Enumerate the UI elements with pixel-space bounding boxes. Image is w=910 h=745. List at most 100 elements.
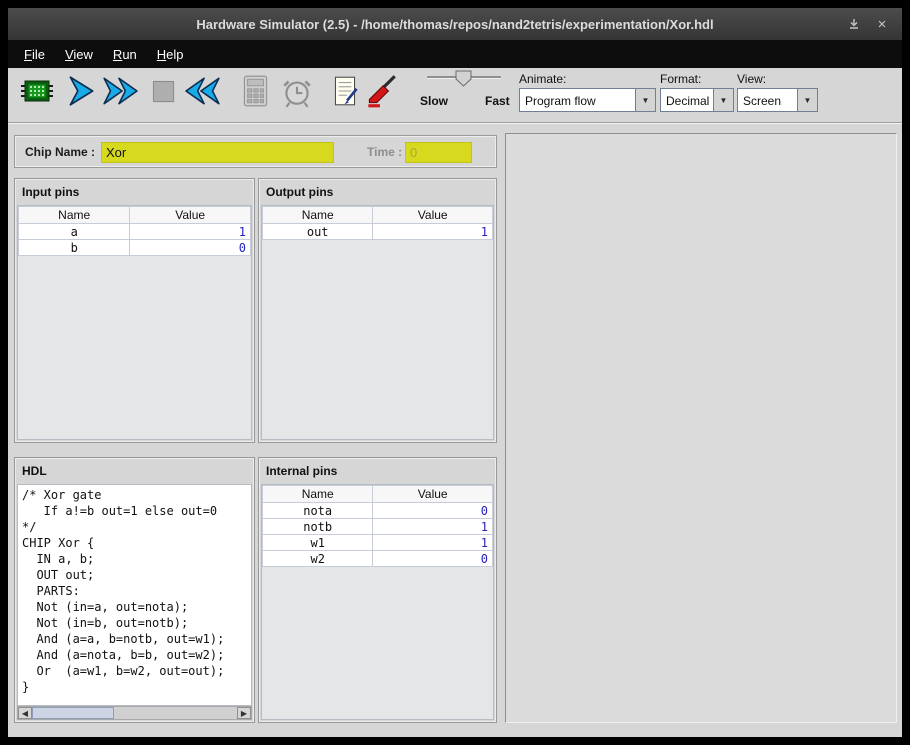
close-icon: × xyxy=(878,16,887,33)
format-dropdown-button[interactable]: ▼ xyxy=(713,89,733,111)
column-header-value: Value xyxy=(373,486,493,503)
pin-value-cell: 1 xyxy=(373,519,493,535)
app-window: Hardware Simulator (2.5) - /home/thomas/… xyxy=(8,8,902,737)
input-pins-panel: Input pins Name Value a 1 b 0 xyxy=(14,178,255,443)
pin-name-cell: notb xyxy=(263,519,373,535)
pin-value-cell: 0 xyxy=(373,551,493,567)
internal-pins-table: Name Value nota 0 notb 1 w1 1 w2 0 xyxy=(262,485,493,567)
menu-file[interactable]: File xyxy=(14,42,55,67)
table-row: out 1 xyxy=(263,224,493,240)
arrow-right-icon: ▶ xyxy=(241,709,247,718)
animate-select[interactable]: Program flow ▼ xyxy=(519,88,656,112)
internal-pins-panel: Internal pins Name Value nota 0 notb 1 w… xyxy=(258,457,497,723)
format-label: Format: xyxy=(660,72,701,86)
view-label: View: xyxy=(737,72,766,86)
table-row: w1 1 xyxy=(263,535,493,551)
scroll-left-button[interactable]: ◀ xyxy=(18,707,32,719)
hdl-code-area: /* Xor gate If a!=b out=1 else out=0 */ … xyxy=(17,484,252,706)
titlebar: Hardware Simulator (2.5) - /home/thomas/… xyxy=(8,8,902,40)
screen-view-panel xyxy=(505,133,897,723)
stop-button xyxy=(144,72,182,110)
pin-name-cell: w1 xyxy=(263,535,373,551)
chip-icon xyxy=(19,73,55,109)
menu-run[interactable]: Run xyxy=(103,42,147,67)
single-step-button[interactable] xyxy=(62,72,100,110)
stop-icon xyxy=(145,73,181,109)
input-pins-table: Name Value a 1 b 0 xyxy=(18,206,251,256)
slider-thumb-icon xyxy=(455,70,472,87)
pin-name-cell: b xyxy=(19,240,130,256)
menu-help[interactable]: Help xyxy=(147,42,194,67)
animate-dropdown-button[interactable]: ▼ xyxy=(635,89,655,111)
pin-value-cell: 1 xyxy=(373,224,493,240)
menu-view[interactable]: View xyxy=(55,42,103,67)
single-step-icon xyxy=(63,73,99,109)
output-pins-panel: Output pins Name Value out 1 xyxy=(258,178,497,443)
paint-eraser-icon xyxy=(362,73,400,109)
clear-button[interactable] xyxy=(362,72,400,110)
table-row: notb 1 xyxy=(263,519,493,535)
load-chip-button[interactable] xyxy=(18,72,56,110)
minimize-icon xyxy=(848,18,860,30)
calculator-button xyxy=(236,72,274,110)
slider-fast-label: Fast xyxy=(485,94,510,108)
table-row: w2 0 xyxy=(263,551,493,567)
script-button[interactable] xyxy=(326,72,364,110)
chip-name-bar: Chip Name : Time : xyxy=(14,135,497,168)
speed-slider-thumb[interactable] xyxy=(455,70,472,92)
column-header-value: Value xyxy=(130,207,251,224)
table-row: b 0 xyxy=(19,240,251,256)
output-pins-table-wrap: Name Value out 1 xyxy=(261,205,494,440)
pin-value-cell[interactable]: 1 xyxy=(130,224,251,240)
script-icon xyxy=(327,73,363,109)
input-pins-table-wrap: Name Value a 1 b 0 xyxy=(17,205,252,440)
chip-name-label: Chip Name : xyxy=(25,145,95,159)
column-header-value: Value xyxy=(373,207,493,224)
chip-name-input[interactable] xyxy=(101,142,334,163)
hdl-horizontal-scrollbar[interactable]: ◀ ▶ xyxy=(17,706,252,720)
time-field xyxy=(405,142,472,163)
toolbar-separator xyxy=(8,122,902,124)
arrow-left-icon: ◀ xyxy=(22,709,28,718)
calculator-icon xyxy=(237,73,273,109)
hdl-title: HDL xyxy=(15,458,254,484)
input-pins-title: Input pins xyxy=(15,179,254,205)
scroll-right-button[interactable]: ▶ xyxy=(237,707,251,719)
internal-pins-title: Internal pins xyxy=(259,458,496,484)
minimize-button[interactable] xyxy=(844,15,864,33)
pin-value-cell: 0 xyxy=(373,503,493,519)
pin-name-cell: out xyxy=(263,224,373,240)
run-button[interactable] xyxy=(101,72,139,110)
scrollbar-thumb[interactable] xyxy=(32,707,114,719)
pin-value-cell: 1 xyxy=(373,535,493,551)
chevron-down-icon: ▼ xyxy=(642,96,650,105)
time-label: Time : xyxy=(367,145,402,159)
pin-name-cell: w2 xyxy=(263,551,373,567)
output-pins-title: Output pins xyxy=(259,179,496,205)
view-dropdown-button[interactable]: ▼ xyxy=(797,89,817,111)
animate-label: Animate: xyxy=(519,72,566,86)
animate-value: Program flow xyxy=(520,89,635,111)
format-select[interactable]: Decimal ▼ xyxy=(660,88,734,112)
slider-slow-label: Slow xyxy=(420,94,448,108)
hdl-panel: HDL /* Xor gate If a!=b out=1 else out=0… xyxy=(14,457,255,723)
table-row: a 1 xyxy=(19,224,251,240)
pin-name-cell: a xyxy=(19,224,130,240)
format-value: Decimal xyxy=(661,89,713,111)
close-button[interactable]: × xyxy=(872,15,892,33)
pin-value-cell[interactable]: 0 xyxy=(130,240,251,256)
chevron-down-icon: ▼ xyxy=(720,96,728,105)
hdl-code: /* Xor gate If a!=b out=1 else out=0 */ … xyxy=(18,485,251,697)
column-header-name: Name xyxy=(263,486,373,503)
view-value: Screen xyxy=(738,89,797,111)
clock-icon xyxy=(279,73,315,109)
window-title: Hardware Simulator (2.5) - /home/thomas/… xyxy=(8,17,902,32)
chevron-down-icon: ▼ xyxy=(804,96,812,105)
table-row: nota 0 xyxy=(263,503,493,519)
reset-icon xyxy=(185,73,221,109)
reset-button[interactable] xyxy=(184,72,222,110)
run-icon xyxy=(102,73,138,109)
output-pins-table: Name Value out 1 xyxy=(262,206,493,240)
column-header-name: Name xyxy=(263,207,373,224)
view-select[interactable]: Screen ▼ xyxy=(737,88,818,112)
